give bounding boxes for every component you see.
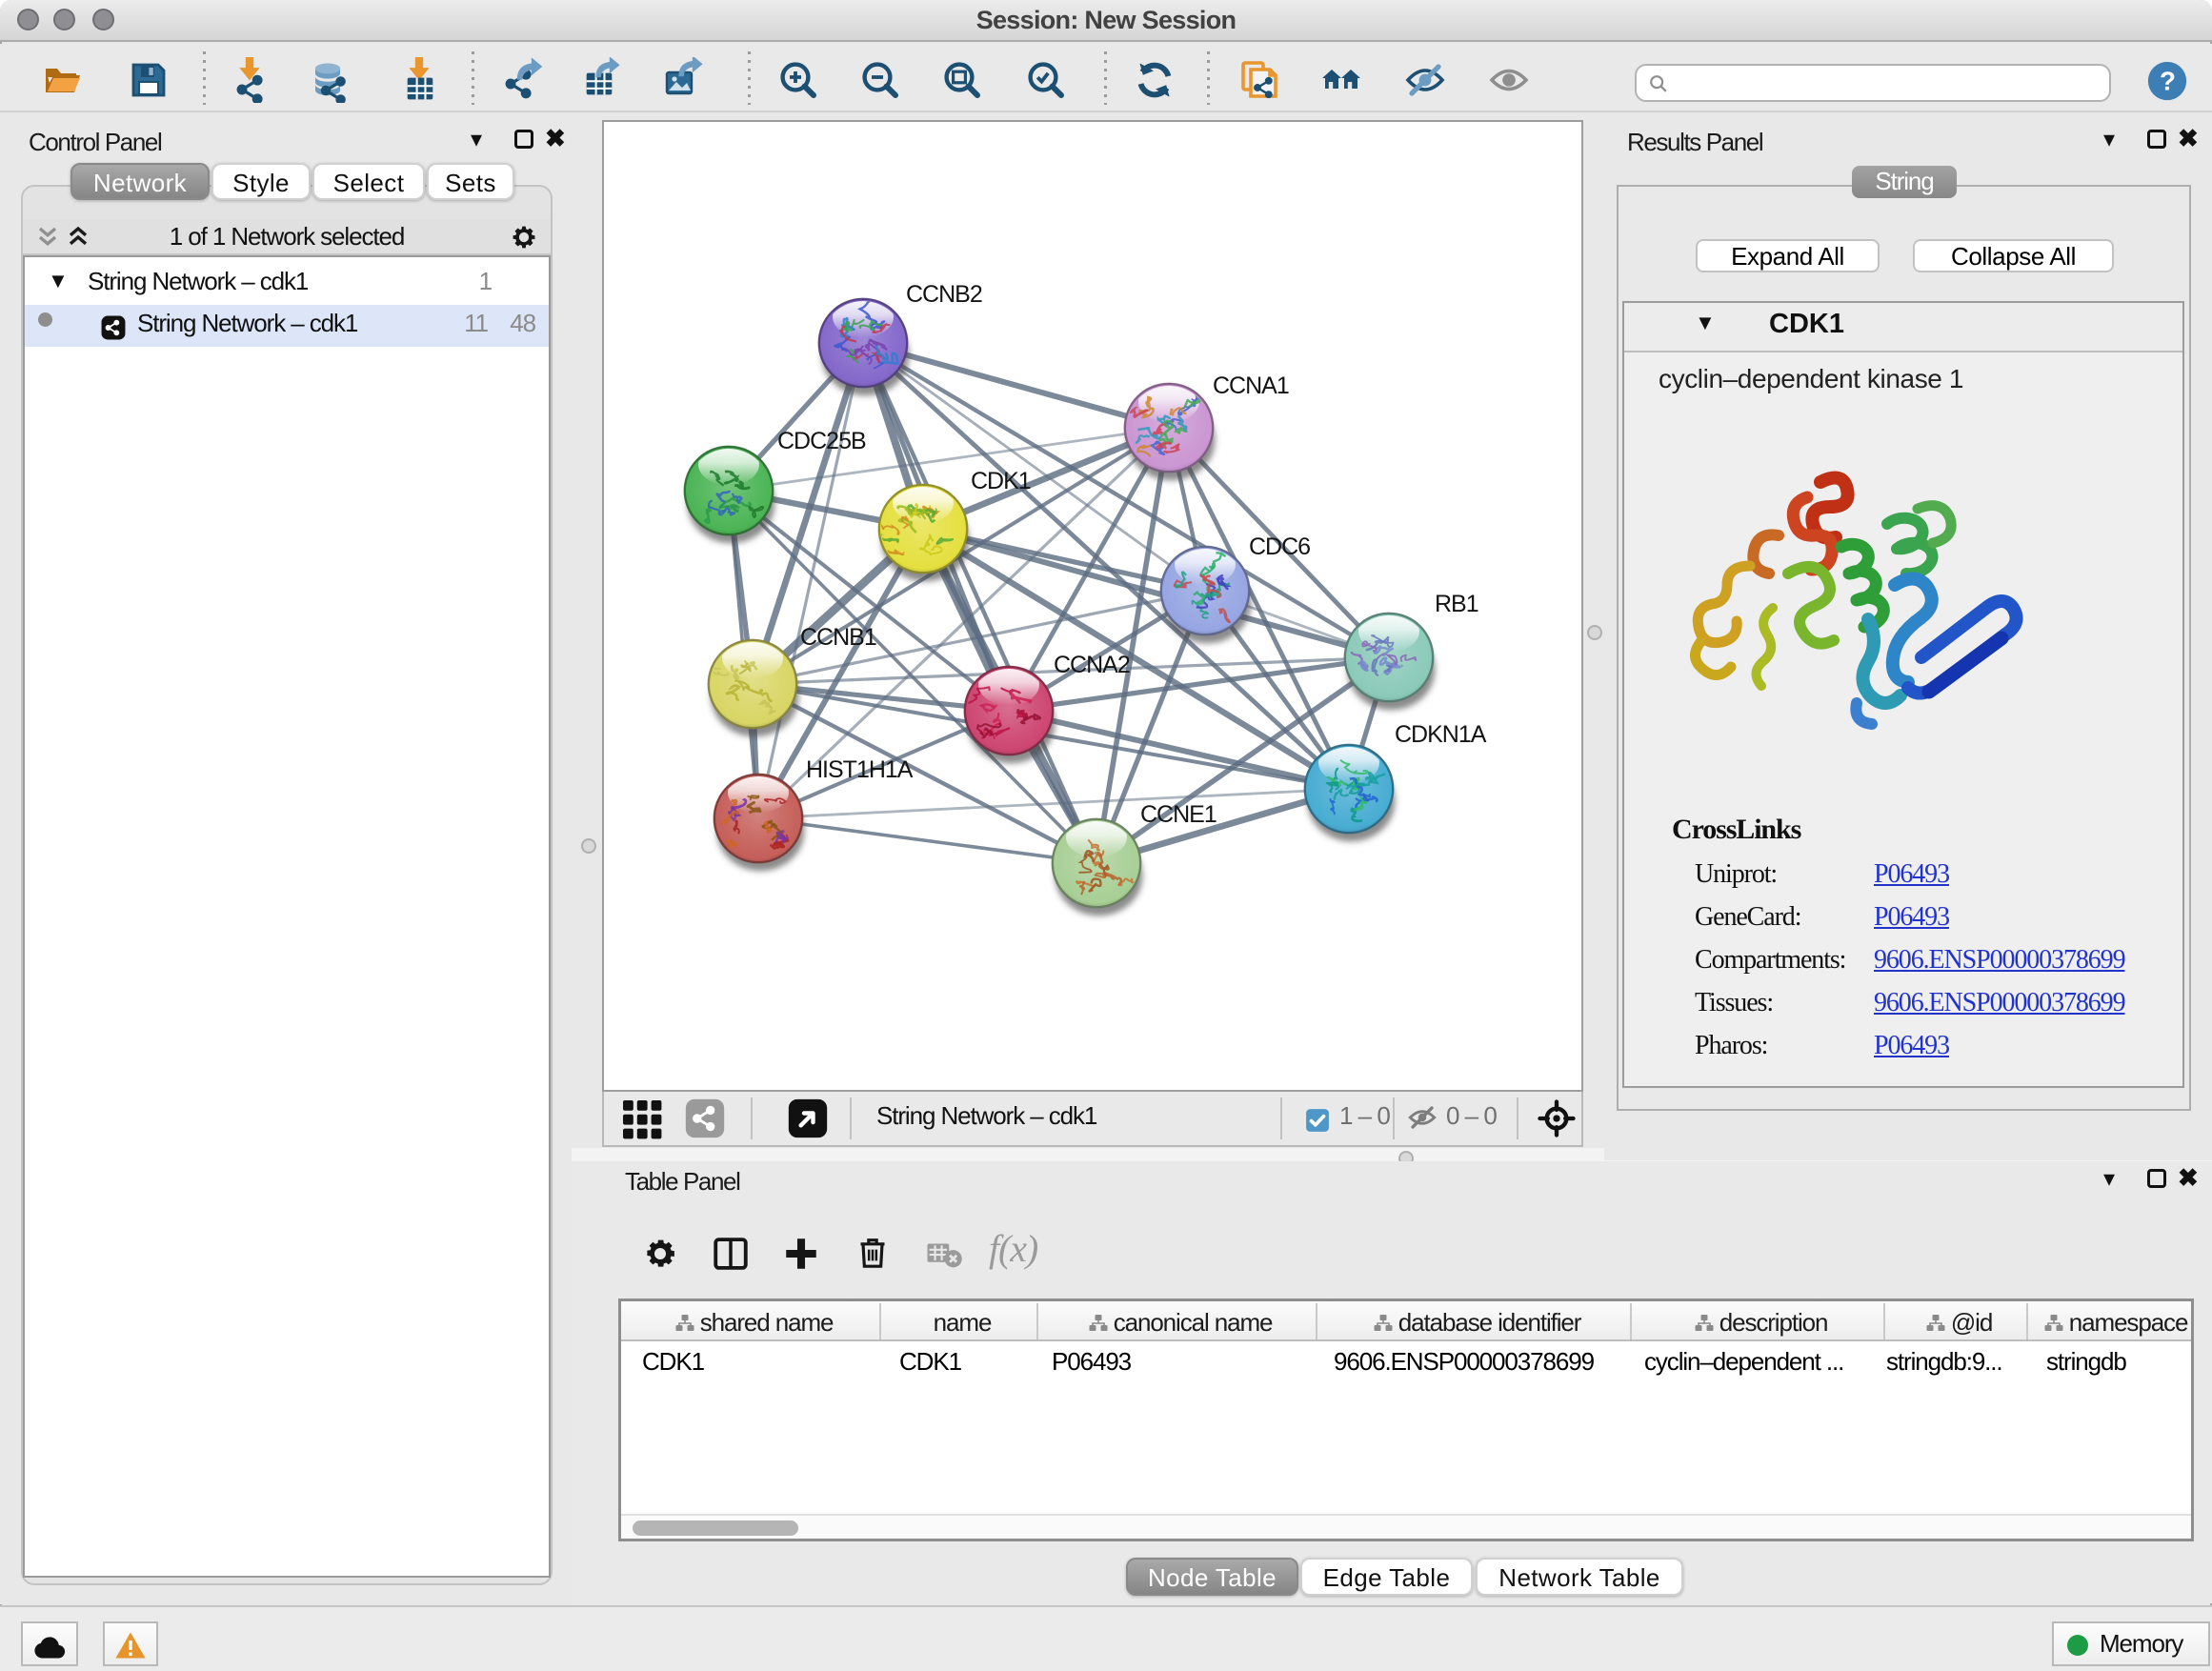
svg-text:CDKN1A: CDKN1A	[1395, 721, 1487, 748]
svg-text:RB1: RB1	[1435, 591, 1478, 617]
svg-text:CDC6: CDC6	[1249, 534, 1310, 560]
svg-text:?: ?	[2160, 67, 2175, 96]
svg-text:CCNA2: CCNA2	[1054, 652, 1130, 678]
svg-text:CDC25B: CDC25B	[777, 428, 866, 454]
svg-text:CCNB1: CCNB1	[800, 624, 876, 651]
svg-text:CCNA1: CCNA1	[1213, 372, 1289, 399]
svg-text:CCNE1: CCNE1	[1140, 801, 1217, 828]
svg-text:CCNB2: CCNB2	[906, 281, 982, 308]
svg-text:HIST1H1A: HIST1H1A	[806, 756, 914, 783]
svg-text:CDK1: CDK1	[971, 468, 1031, 494]
